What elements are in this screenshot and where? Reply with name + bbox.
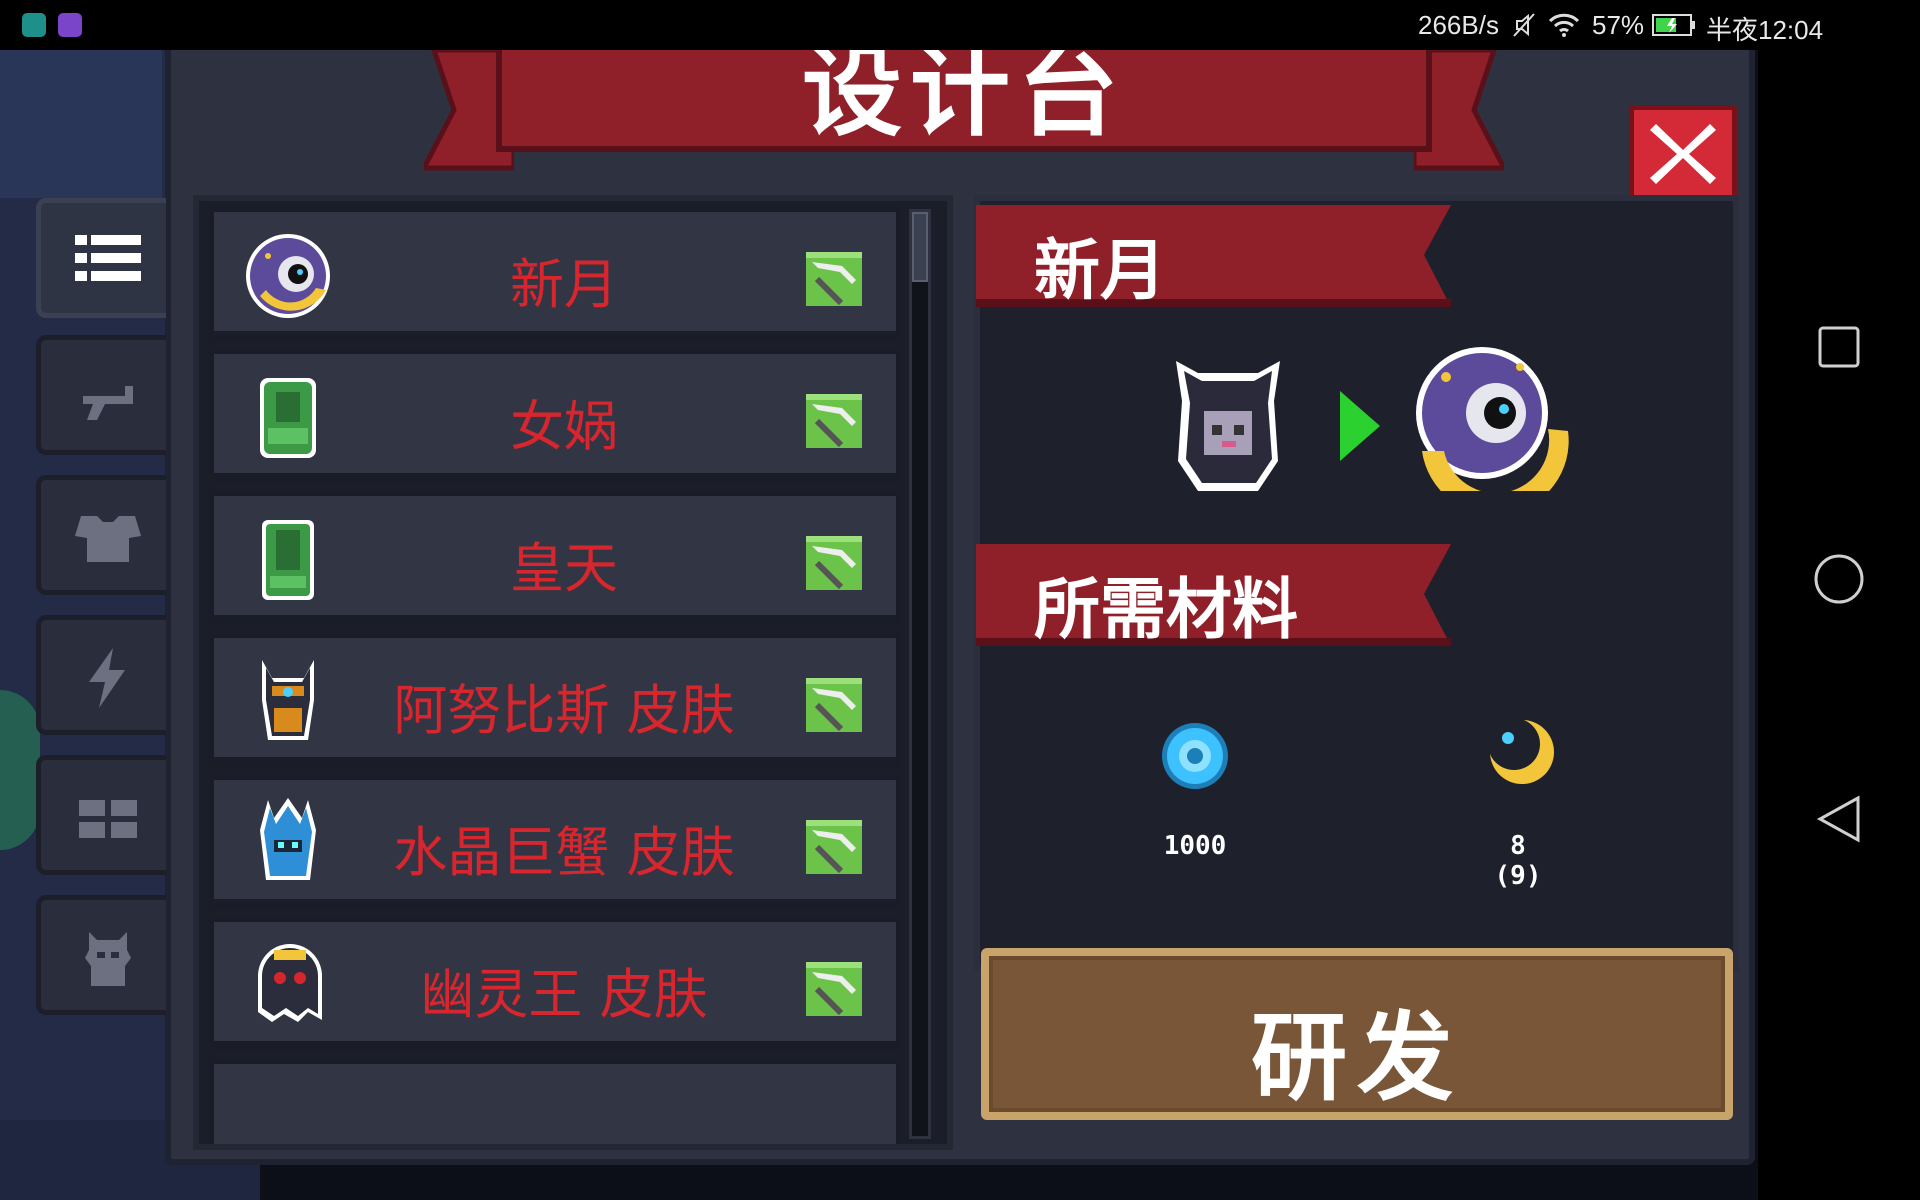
recipe-detail: 新月 所需材料 1000 8 (9) [974,195,1739,971]
crystal-crab-skin-icon [260,798,316,880]
tab-material[interactable] [36,755,166,875]
list-item-huangtian[interactable]: 皇天 [209,491,901,625]
status-bar: 266B/s 57% 半夜12:04 [0,0,1920,50]
material-owned-moon: (9) [1494,861,1542,891]
crescent-moon-material-icon [1488,718,1554,784]
gallery-app-icon [58,13,82,37]
list-item-ghost-king-skin[interactable]: 幽灵王 皮肤 [209,917,901,1051]
wifi-icon [1548,13,1580,37]
android-nav-bar [1758,50,1920,1200]
background-tile [0,690,40,850]
materials-ribbon: 所需材料 [976,544,1451,648]
recent-apps-icon[interactable] [1810,318,1868,376]
arrow-right-icon [1340,391,1380,461]
net-speed: 266B/s [1418,10,1499,40]
mute-icon [1513,13,1535,37]
crescent-moon-skin-preview-icon [1416,347,1569,491]
gem-icon [1162,723,1228,789]
material-amount-moon: 8 [1510,831,1526,861]
list-item-label: 水晶巨蟹 皮肤 [393,821,735,884]
list-item-anubis-skin[interactable]: 阿努比斯 皮肤 [209,633,901,767]
nuwa-statue-icon [260,378,316,458]
character-icon [85,932,131,986]
back-icon[interactable] [1810,790,1868,848]
list-item-label: 幽灵王 皮肤 [420,963,708,1026]
research-button[interactable]: 研发 [981,948,1733,1120]
lightning-icon [89,648,125,708]
list-item-crystal-crab-skin[interactable]: 水晶巨蟹 皮肤 [209,775,901,909]
item-name: 新月 [1034,232,1166,309]
list-item-partial[interactable] [209,1059,901,1144]
anubis-skin-icon [262,660,314,740]
pickaxe-craft-icon[interactable] [806,820,862,874]
list-item-label: 新月 [510,253,618,316]
pickaxe-craft-icon[interactable] [806,394,862,448]
clock: 半夜12:04 [1706,15,1824,45]
moon-app-icon [22,13,46,37]
list-item-nuwa[interactable]: 女娲 [209,349,901,483]
recipe-list: 新月 女娲 皇天 阿努比斯 皮肤 水晶巨蟹 皮肤 幽灵王 皮肤 [193,195,953,1150]
pickaxe-craft-icon[interactable] [806,962,862,1016]
title-banner: 设计台 [424,50,1504,172]
gun-icon [83,386,133,420]
list-item-label: 皇天 [510,537,618,600]
list-scrollbar[interactable] [909,209,931,1139]
pickaxe-craft-icon[interactable] [806,536,862,590]
huangtian-statue-icon [262,520,314,600]
armor-icon [75,516,141,562]
home-icon[interactable] [1810,550,1868,608]
design-table-panel: 设计台 新月 女娲 皇天 阿努比斯 皮肤 水晶巨蟹 皮肤 幽灵王 皮肤 新月 所… [36,50,1755,1165]
tab-armor[interactable] [36,475,166,595]
tab-weapon[interactable] [36,335,166,455]
materials-header: 所需材料 [1034,571,1298,648]
background-tile [0,50,162,198]
pickaxe-craft-icon[interactable] [806,252,862,306]
materials-icon [79,800,137,838]
close-button[interactable] [1629,105,1737,209]
tab-list[interactable] [36,198,166,318]
game-scene: ? 设计台 [0,50,1758,1200]
close-icon [1650,124,1716,184]
base-character-icon [1176,361,1280,491]
list-item-xinyue[interactable]: 新月 [209,207,901,341]
tab-character[interactable] [36,895,166,1015]
item-name-ribbon: 新月 [976,205,1451,309]
list-icon [75,235,141,281]
page-title: 设计台 [802,50,1126,150]
list-scrollbar-thumb[interactable] [912,212,928,282]
battery-percent: 57% [1592,10,1645,40]
material-amount-gem: 1000 [1163,831,1227,861]
list-item-label: 女娲 [510,395,618,458]
research-button-label: 研发 [1251,1002,1463,1114]
pickaxe-craft-icon[interactable] [806,678,862,732]
title-main: 设计台 [496,50,1432,152]
battery-icon [1652,14,1695,36]
ghost-king-skin-icon [258,944,322,1022]
tab-skill[interactable] [36,615,166,735]
list-item-label: 阿努比斯 皮肤 [393,679,735,742]
crescent-moon-skin-icon [246,234,330,318]
